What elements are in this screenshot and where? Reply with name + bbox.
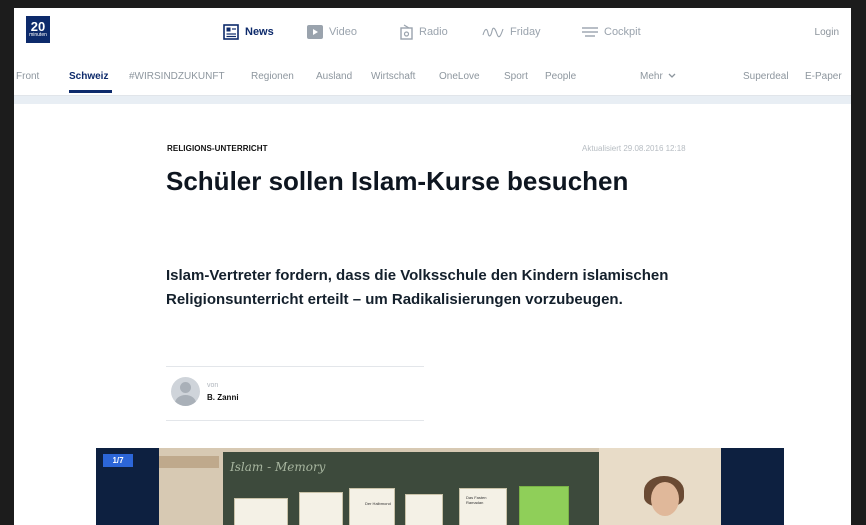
subnav-more-label: Mehr xyxy=(640,71,663,82)
subnav-item-sport[interactable]: Sport xyxy=(504,71,528,82)
article: RELIGIONS-UNTERRICHT Aktualisiert 29.08.… xyxy=(14,104,851,525)
subnav-item-onelove[interactable]: OneLove xyxy=(439,71,480,82)
nav-radio[interactable]: Radio xyxy=(400,22,448,42)
article-kicker: RELIGIONS-UNTERRICHT xyxy=(167,144,268,153)
subnav-item-people[interactable]: People xyxy=(545,71,576,82)
card-label: Das Fasten Ramadan xyxy=(466,495,487,505)
subnav-item-wirtschaft[interactable]: Wirtschaft xyxy=(371,71,415,82)
radio-icon xyxy=(400,24,413,40)
subnav-epaper[interactable]: E-Paper xyxy=(805,71,842,82)
login-link[interactable]: Login xyxy=(815,27,839,38)
friday-logo-icon xyxy=(482,26,504,38)
news-icon xyxy=(223,24,239,40)
gallery-image[interactable]: Islam - Memory Der Halbmond Das Fasten R… xyxy=(159,448,721,525)
nav-news-label: News xyxy=(245,26,274,38)
article-headline: Schüler sollen Islam-Kurse besuchen xyxy=(166,166,629,196)
nav-cockpit-label: Cockpit xyxy=(604,26,641,38)
subnav-item-regionen[interactable]: Regionen xyxy=(251,71,294,82)
subnav-item-wirsindzukunft[interactable]: #WIRSINDZUKUNFT xyxy=(129,71,225,82)
logo-subtext: minuten xyxy=(29,32,47,38)
image-gallery[interactable]: Islam - Memory Der Halbmond Das Fasten R… xyxy=(96,448,784,525)
video-play-icon xyxy=(307,25,323,39)
nav-news[interactable]: News xyxy=(223,22,274,42)
gallery-counter: 1/7 xyxy=(103,454,133,467)
author-name[interactable]: B. Zanni xyxy=(207,393,239,402)
subnav-item-ausland[interactable]: Ausland xyxy=(316,71,352,82)
subnav-more[interactable]: Mehr xyxy=(640,71,676,82)
byline-prefix: von xyxy=(207,382,219,389)
nav-video-label: Video xyxy=(329,26,357,38)
subnav-item-schweiz[interactable]: Schweiz xyxy=(69,71,108,82)
chalkboard-text: Islam - Memory xyxy=(230,460,326,474)
nav-friday[interactable]: Friday xyxy=(482,22,541,42)
chevron-down-icon xyxy=(668,73,676,78)
top-navigation: 20 minuten News Video Radio Friday Cockp… xyxy=(14,8,851,55)
divider xyxy=(166,366,424,367)
divider xyxy=(166,420,424,421)
subnav-superdeal[interactable]: Superdeal xyxy=(743,71,789,82)
article-lead: Islam-Vertreter fordern, dass die Volkss… xyxy=(166,267,669,308)
nav-cockpit[interactable]: Cockpit xyxy=(582,22,641,42)
subnav-item-front[interactable]: Front xyxy=(16,71,39,82)
article-date: Aktualisiert 29.08.2016 12:18 xyxy=(582,144,686,153)
hamburger-menu-icon xyxy=(582,26,598,38)
logo-20-minuten[interactable]: 20 minuten xyxy=(26,16,50,43)
section-navigation: Front Schweiz #WIRSINDZUKUNFT Regionen A… xyxy=(14,55,851,96)
person xyxy=(651,482,679,516)
browser-page: 20 minuten News Video Radio Friday Cockp… xyxy=(14,8,851,525)
nav-video[interactable]: Video xyxy=(307,22,357,42)
nav-radio-label: Radio xyxy=(419,26,448,38)
author-avatar xyxy=(171,377,200,406)
logo-text: 20 xyxy=(30,19,46,34)
card-label: Der Halbmond xyxy=(365,501,391,506)
active-tab-indicator xyxy=(69,90,112,93)
nav-friday-label: Friday xyxy=(510,26,541,38)
